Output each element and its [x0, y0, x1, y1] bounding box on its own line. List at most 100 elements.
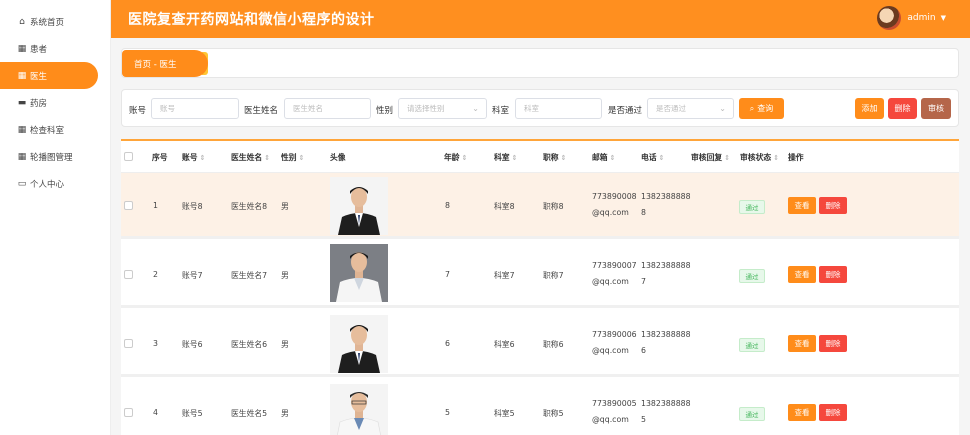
cell-name: 医生姓名5 — [231, 409, 268, 418]
doctor-name-input[interactable]: 医生姓名 — [284, 98, 371, 119]
col-dept[interactable]: 科室 ⇕ — [494, 152, 517, 163]
cell-phone-line1: 1382388888 — [641, 399, 691, 408]
table-row[interactable]: 3 账号6 医生姓名6 男 6 科室6 职称6 773890006 @qq.co… — [121, 311, 959, 377]
cell-account: 账号7 — [182, 271, 203, 280]
row-checkbox[interactable] — [124, 408, 133, 417]
cell-phone: 1382388888 5 — [641, 396, 691, 428]
cell-email: 773890005 @qq.com — [592, 396, 637, 428]
col-phone-label: 电话 — [641, 153, 657, 162]
table-row[interactable]: 1 账号8 医生姓名8 男 8 科室8 职称8 773890008 @qq.co… — [121, 173, 959, 239]
view-button[interactable]: 查看 — [788, 404, 816, 421]
cell-phone-line2: 6 — [641, 346, 646, 355]
sidebar-item-label: 轮播图管理 — [30, 152, 73, 163]
cell-index: 3 — [153, 339, 158, 348]
col-account[interactable]: 账号 ⇕ — [182, 152, 205, 163]
col-review-status-label: 审核状态 — [740, 153, 772, 162]
sidebar-item-pharmacy[interactable]: ▬ 药房 — [0, 89, 110, 116]
grid-icon: ▦ — [17, 70, 27, 81]
delete-button[interactable]: 删除 — [819, 335, 847, 352]
col-gender-label: 性别 — [281, 153, 297, 162]
col-title[interactable]: 职称 ⇕ — [543, 152, 566, 163]
doctor-photo-image — [330, 384, 388, 435]
row-checkbox[interactable] — [124, 339, 133, 348]
briefcase-icon: ▬ — [17, 97, 27, 108]
col-gender[interactable]: 性别 ⇕ — [281, 152, 304, 163]
approved-select[interactable]: 是否通过 ⌄ — [647, 98, 734, 119]
col-review-reply[interactable]: 审核回复 ⇕ — [691, 152, 730, 163]
sort-icon: ⇕ — [609, 154, 616, 162]
cell-gender: 男 — [281, 202, 289, 211]
col-email[interactable]: 邮箱 ⇕ — [592, 152, 615, 163]
cell-phone-line1: 1382388888 — [641, 330, 691, 339]
search-bar: 账号 账号 医生姓名 医生姓名 性别 请选择性别 ⌄ 科室 科室 是否通过 是否… — [121, 89, 959, 127]
cell-age: 5 — [445, 408, 450, 417]
batch-delete-button[interactable]: 删除 — [888, 98, 917, 119]
sidebar-item-carousel[interactable]: ▦ 轮播图管理 — [0, 143, 110, 170]
row-checkbox[interactable] — [124, 201, 133, 210]
gender-select[interactable]: 请选择性别 ⌄ — [398, 98, 487, 119]
cell-phone-line2: 7 — [641, 277, 646, 286]
sidebar-item-label: 检查科室 — [30, 125, 65, 136]
cell-email-line2: @qq.com — [592, 415, 629, 424]
table-header: 序号 账号 ⇕ 医生姓名 ⇕ 性别 ⇕ 头像 年龄 ⇕ 科室 ⇕ 职称 ⇕ 邮箱 ⇕ 电话 ⇕ … — [121, 141, 959, 173]
add-button[interactable]: 添加 — [855, 98, 884, 119]
card-icon: ▭ — [17, 178, 27, 189]
row-checkbox[interactable] — [124, 270, 133, 279]
col-account-label: 账号 — [182, 153, 198, 162]
view-button[interactable]: 查看 — [788, 266, 816, 283]
col-phone[interactable]: 电话 ⇕ — [641, 152, 664, 163]
sidebar: ⌂ 系统首页 ▦ 患者 ▦ 医生 ▬ 药房 ▦ 检查科室 ▦ 轮播图管理 ▭ 个… — [0, 0, 111, 435]
cell-title: 职称6 — [543, 340, 564, 349]
cell-email-line2: @qq.com — [592, 346, 629, 355]
gender-label: 性别 — [376, 106, 394, 116]
cell-dept: 科室6 — [494, 340, 515, 349]
sort-icon: ⇕ — [724, 154, 731, 162]
cell-title: 职称5 — [543, 409, 564, 418]
grid-icon: ▦ — [17, 43, 27, 54]
sidebar-item-exam-dept[interactable]: ▦ 检查科室 — [0, 116, 110, 143]
cell-email-line2: @qq.com — [592, 208, 629, 217]
sidebar-item-profile[interactable]: ▭ 个人中心 — [0, 170, 110, 197]
user-menu[interactable]: admin ▼ — [877, 6, 946, 30]
avatar — [877, 6, 902, 30]
sidebar-item-patients[interactable]: ▦ 患者 — [0, 35, 110, 62]
delete-button[interactable]: 删除 — [819, 404, 847, 421]
cell-phone: 1382388888 6 — [641, 327, 691, 359]
col-age[interactable]: 年龄 ⇕ — [444, 152, 467, 163]
gender-select-placeholder: 请选择性别 — [407, 104, 445, 113]
table-row[interactable]: 2 账号7 医生姓名7 男 7 科室7 职称7 773890007 @qq.co… — [121, 242, 959, 308]
delete-button[interactable]: 删除 — [819, 197, 847, 214]
cell-age: 6 — [445, 339, 450, 348]
sidebar-item-label: 医生 — [30, 71, 48, 82]
view-button[interactable]: 查看 — [788, 335, 816, 352]
sort-icon: ⇕ — [560, 154, 567, 162]
sort-icon: ⇕ — [298, 154, 305, 162]
sort-icon: ⇕ — [773, 154, 780, 162]
sidebar-item-home[interactable]: ⌂ 系统首页 — [0, 8, 110, 35]
breadcrumb-bar: 首页 - 医生 — [121, 48, 959, 78]
delete-button[interactable]: 删除 — [819, 266, 847, 283]
select-all-checkbox[interactable] — [124, 152, 133, 161]
sidebar-item-doctors[interactable]: ▦ 医生 — [0, 62, 98, 89]
review-button[interactable]: 审核 — [921, 98, 951, 119]
apps-icon: ▦ — [17, 124, 27, 135]
cell-dept: 科室8 — [494, 202, 515, 211]
breadcrumb: 首页 - 医生 — [122, 50, 208, 77]
chevron-down-icon: ⌄ — [472, 104, 479, 113]
sidebar-item-label: 系统首页 — [30, 17, 65, 28]
account-input[interactable]: 账号 — [151, 98, 239, 119]
col-review-status[interactable]: 审核状态 ⇕ — [740, 152, 779, 163]
view-button[interactable]: 查看 — [788, 197, 816, 214]
doctor-photo-image — [330, 177, 388, 235]
dept-input[interactable]: 科室 — [515, 98, 602, 119]
cell-index: 2 — [153, 270, 158, 279]
approved-label: 是否通过 — [608, 106, 643, 116]
app-title: 医院复查开药网站和微信小程序的设计 — [128, 12, 375, 28]
sort-icon: ⇕ — [658, 154, 665, 162]
table-row[interactable]: 4 账号5 医生姓名5 男 5 科室5 职称5 773890005 @qq.co… — [121, 380, 959, 435]
search-button[interactable]: ⌕ 查询 — [739, 98, 784, 119]
cell-account: 账号6 — [182, 340, 203, 349]
status-badge: 通过 — [739, 200, 765, 214]
col-name[interactable]: 医生姓名 ⇕ — [231, 152, 270, 163]
approved-select-placeholder: 是否通过 — [656, 104, 686, 113]
